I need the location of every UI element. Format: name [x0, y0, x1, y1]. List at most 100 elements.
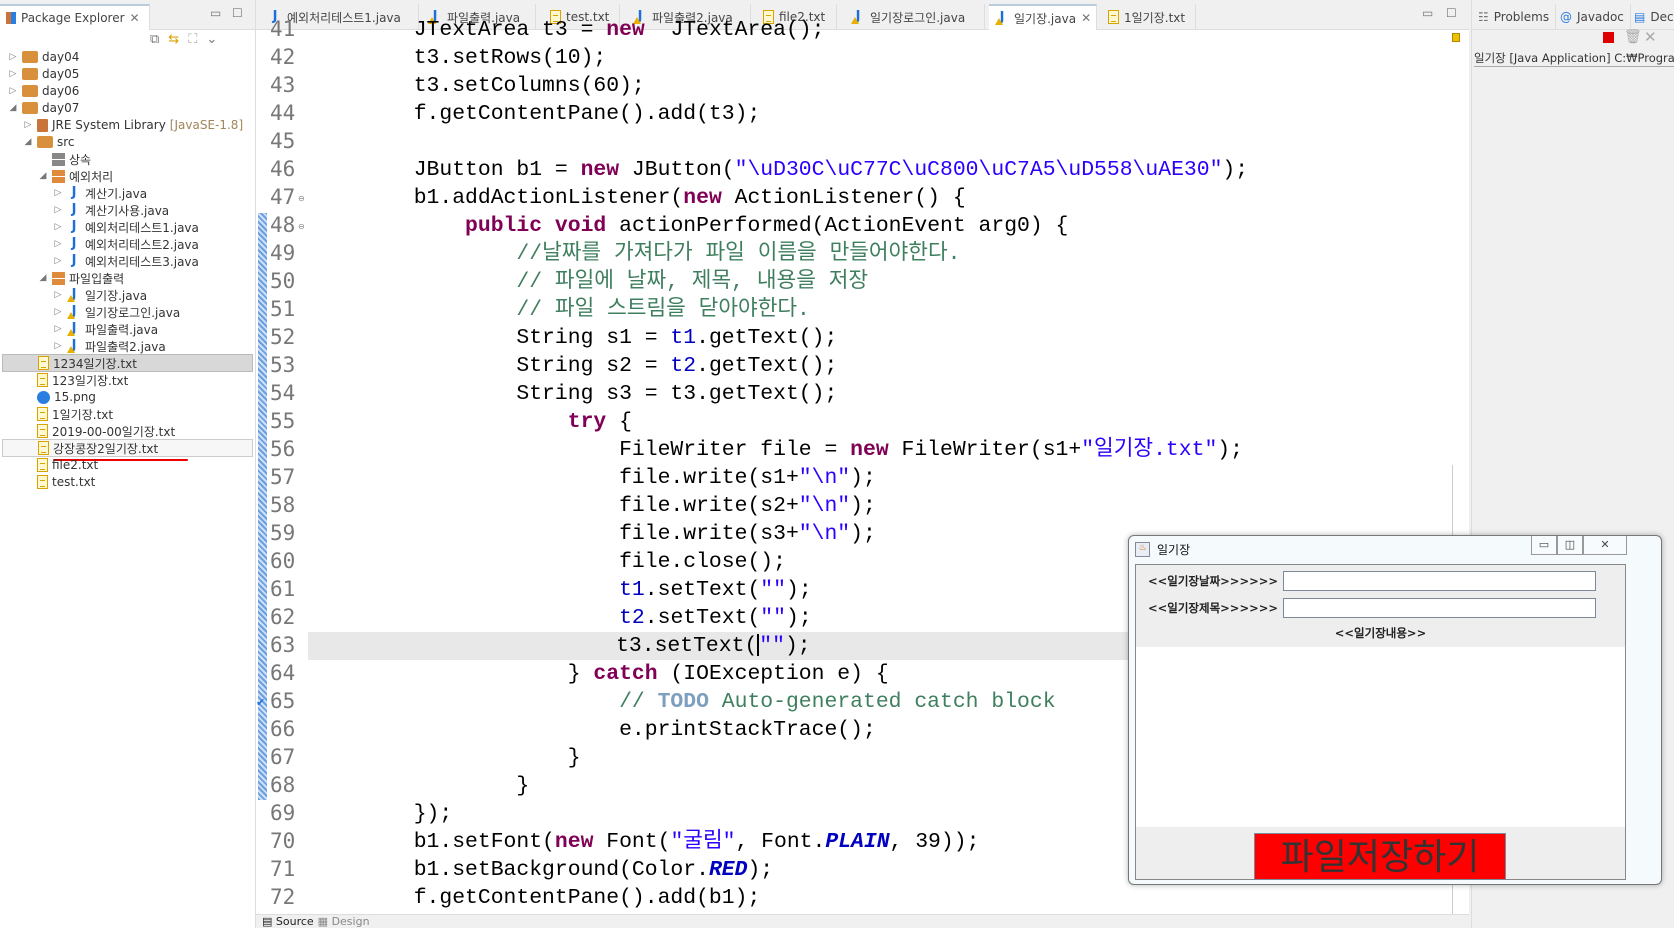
tree-item[interactable]: 강장콩장2일기장.txt [2, 439, 253, 461]
tree-item[interactable]: ▷ J 파일출력2.java [2, 337, 253, 355]
java-file-icon: J [71, 253, 77, 268]
expand-arrow-icon[interactable]: ▷ [53, 290, 63, 300]
tree-item[interactable]: ▷ J 예외처리테스트3.java [2, 252, 253, 270]
expand-arrow-icon[interactable]: ◢ [38, 273, 48, 283]
code-line[interactable]: String s3 = t3.getText(); [311, 380, 1469, 408]
tree-item[interactable]: ◢ day07 [2, 99, 253, 117]
expand-arrow-icon[interactable]: ▷ [53, 239, 63, 249]
tree-item[interactable]: ▷ J 계산기사용.java [2, 201, 253, 219]
tree-item[interactable]: test.txt [2, 473, 253, 491]
code-line[interactable] [311, 128, 1469, 156]
expand-arrow-icon[interactable]: ▷ [53, 205, 63, 215]
code-line[interactable]: try { [311, 408, 1469, 436]
link-with-editor-icon[interactable]: ⇆ [168, 32, 179, 47]
terminate-icon[interactable] [1603, 32, 1614, 43]
collapse-all-icon[interactable]: ⧉ [150, 32, 159, 47]
remove-all-icon[interactable]: ✕ [1644, 28, 1657, 46]
minimize-icon[interactable]: ▭ [210, 6, 221, 20]
maximize-button[interactable]: ◫ [1557, 536, 1583, 555]
code-token: t3.setColumns(60); [311, 74, 645, 98]
code-line[interactable]: f.getContentPane().add(t3); [311, 100, 1469, 128]
expand-arrow-icon[interactable]: ▷ [8, 52, 18, 62]
tab-javadoc[interactable]: @ Javadoc [1554, 4, 1631, 30]
tree-item[interactable]: 상속 [2, 150, 253, 168]
tab-source[interactable]: ▤ Source [262, 915, 314, 928]
tree-item[interactable]: ▷ J 예외처리테스트2.java [2, 235, 253, 253]
code-line[interactable]: String s2 = t2.getText(); [311, 352, 1469, 380]
tree-item[interactable]: 2019-00-00일기장.txt [2, 422, 253, 440]
tree-item[interactable]: ▷ day04 [2, 48, 253, 66]
expand-arrow-icon[interactable]: ◢ [23, 137, 33, 147]
tree-item[interactable]: 1일기장.txt [2, 405, 253, 423]
save-file-button[interactable]: 파일저장하기 [1254, 833, 1506, 880]
expand-arrow-icon[interactable]: ◢ [38, 171, 48, 181]
tree-item[interactable]: ▷ day05 [2, 65, 253, 83]
expand-arrow-icon[interactable]: ◢ [8, 103, 18, 113]
minimize-button[interactable]: ▭ [1531, 536, 1557, 555]
code-line[interactable]: FileWriter file = new FileWriter(s1+"일기장… [311, 436, 1469, 464]
maximize-icon[interactable]: ☐ [232, 6, 243, 20]
tree-item[interactable]: ▷ J 예외처리테스트1.java [2, 218, 253, 236]
warning-marker-icon[interactable] [1452, 33, 1460, 42]
code-token: "" [760, 606, 786, 630]
tab-problems[interactable]: ☷ Problems [1472, 4, 1557, 30]
tree-item[interactable]: ▷ J 일기장.java [2, 286, 253, 304]
date-input[interactable] [1283, 571, 1596, 591]
code-line[interactable]: t3.setRows(10); [311, 44, 1469, 72]
code-line[interactable]: file.write(s1+"\n"); [311, 464, 1469, 492]
expand-arrow-icon[interactable]: ▷ [53, 222, 63, 232]
tab-declaration[interactable]: ▤ Decla [1628, 4, 1674, 30]
code-line[interactable]: JTextArea t3 = new JTextArea(); [311, 16, 1469, 44]
code-token: // [619, 690, 658, 714]
code-token: catch [593, 662, 658, 686]
view-menu-icon[interactable]: ⌄ [206, 32, 217, 47]
code-line[interactable]: public void actionPerformed(ActionEvent … [311, 212, 1469, 240]
close-button[interactable]: ✕ [1583, 536, 1627, 555]
tree-item[interactable]: file2.txt [2, 456, 253, 474]
tree-item[interactable]: 15.png [2, 388, 253, 406]
expand-arrow-icon[interactable]: ▷ [23, 120, 33, 130]
tree-item[interactable]: ▷ J 계산기.java [2, 184, 253, 202]
code-line[interactable]: //날짜를 가져다가 파일 이름을 만들어야한다. [311, 240, 1469, 268]
code-line[interactable]: t3.setColumns(60); [311, 72, 1469, 100]
tree-item[interactable]: ▷ day06 [2, 82, 253, 100]
code-token: "" [760, 578, 786, 602]
code-line[interactable]: file.write(s2+"\n"); [311, 492, 1469, 520]
tree-item[interactable]: ◢ 예외처리 [2, 167, 253, 185]
tree-item[interactable]: 1234일기장.txt [2, 354, 253, 372]
tree-item[interactable]: ▷ J 파일출력.java [2, 320, 253, 338]
diary-window: ♨ 일기장 ▭ ◫ ✕ <<일기장날짜>>>>>> <<일기장제목>>>>>> … [1128, 535, 1662, 885]
expand-arrow-icon[interactable]: ▷ [8, 69, 18, 79]
remove-launch-icon[interactable]: 🗑 [1624, 29, 1642, 45]
expand-arrow-icon[interactable]: ▷ [53, 188, 63, 198]
code-token: , Font. [735, 830, 826, 854]
title-input[interactable] [1283, 598, 1596, 618]
tree-item[interactable]: ▷ J 일기장로그인.java [2, 303, 253, 321]
title-label: <<일기장제목>>>>>> [1148, 601, 1278, 615]
tree-item[interactable]: 123일기장.txt [2, 371, 253, 389]
code-line[interactable]: b1.addActionListener(new ActionListener(… [311, 184, 1469, 212]
expand-arrow-icon[interactable]: ▷ [8, 86, 18, 96]
expand-arrow-icon[interactable]: ▷ [53, 307, 63, 317]
expand-arrow-icon[interactable]: ▷ [53, 324, 63, 334]
focus-icon[interactable]: ⛶ [188, 32, 197, 47]
tree-item-label: 일기장로그인.java [85, 305, 181, 320]
code-token: b1.addActionListener( [311, 186, 684, 210]
tree-item[interactable]: ◢ 파일입출력 [2, 269, 253, 287]
tab-package-explorer[interactable]: Package Explorer ✕ [0, 4, 150, 30]
code-line[interactable]: // 파일 스트림을 닫아야한다. [311, 296, 1469, 324]
content-textarea[interactable] [1136, 647, 1625, 827]
expand-arrow-icon[interactable]: ▷ [53, 256, 63, 266]
tree-item[interactable]: ▷ JRE System Library [JavaSE-1.8] [2, 116, 253, 134]
code-line[interactable]: JButton b1 = new JButton("\uD30C\uC77C\u… [311, 156, 1469, 184]
code-line[interactable]: // 파일에 날짜, 제목, 내용을 저장 [311, 268, 1469, 296]
close-icon[interactable]: ✕ [130, 11, 140, 25]
code-token: String s3 = t3.getText(); [311, 382, 838, 406]
code-line[interactable]: f.getContentPane().add(b1); [311, 884, 1469, 912]
tree-item[interactable]: ◢ src [2, 133, 253, 151]
code-line[interactable]: String s1 = t1.getText(); [311, 324, 1469, 352]
expand-arrow-icon[interactable]: ▷ [53, 341, 63, 351]
tab-design[interactable]: ▦ Design [318, 915, 370, 928]
